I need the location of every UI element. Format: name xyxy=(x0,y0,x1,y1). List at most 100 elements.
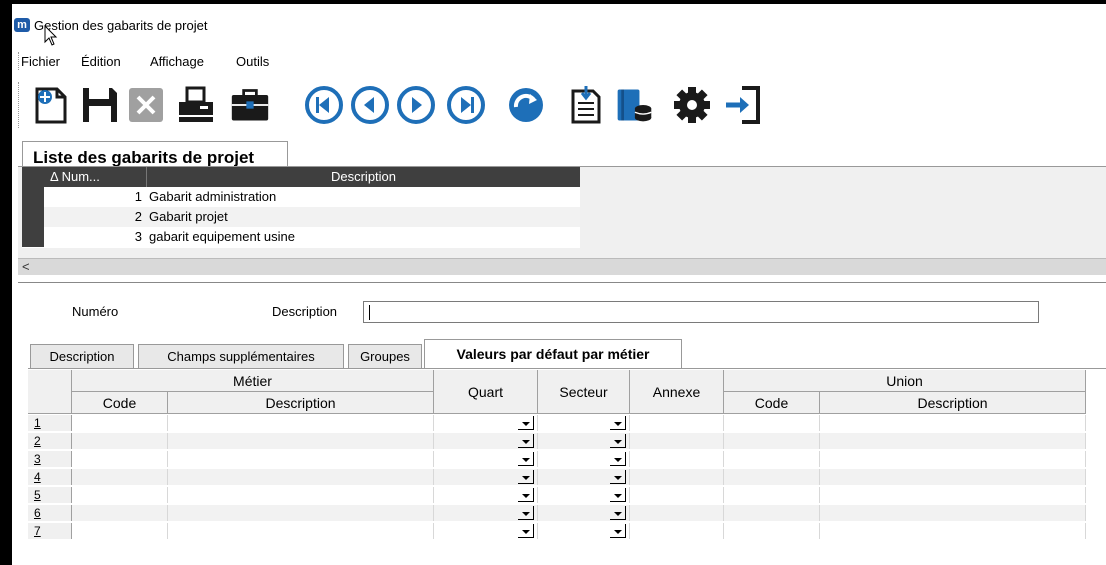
table-row[interactable]: 1 xyxy=(28,415,1086,431)
cell-code[interactable] xyxy=(72,433,168,449)
dropdown-arrow-icon[interactable] xyxy=(610,506,626,520)
settings-button[interactable] xyxy=(672,82,712,128)
print-button[interactable] xyxy=(176,82,216,128)
cell-description[interactable] xyxy=(168,415,434,431)
column-header-quart[interactable]: Quart xyxy=(434,370,538,414)
save-button[interactable] xyxy=(80,82,120,128)
dropdown-arrow-icon[interactable] xyxy=(610,434,626,448)
cell-description[interactable] xyxy=(168,433,434,449)
column-header-annexe[interactable]: Annexe xyxy=(630,370,724,414)
column-header-num[interactable]: Δ Num... xyxy=(44,167,146,187)
column-header-union-description[interactable]: Description xyxy=(820,392,1086,414)
cell-description[interactable] xyxy=(168,487,434,503)
tab-description[interactable]: Description xyxy=(30,344,134,368)
briefcase-button[interactable] xyxy=(230,82,270,128)
table-row[interactable]: 7 xyxy=(28,523,1086,539)
cell-secteur[interactable] xyxy=(538,487,630,503)
row-number[interactable]: 5 xyxy=(28,487,72,503)
table-row[interactable]: 6 xyxy=(28,505,1086,521)
dropdown-arrow-icon[interactable] xyxy=(610,470,626,484)
cell-secteur[interactable] xyxy=(538,505,630,521)
cell-secteur[interactable] xyxy=(538,433,630,449)
delete-button[interactable] xyxy=(126,82,166,128)
dropdown-arrow-icon[interactable] xyxy=(610,488,626,502)
row-number[interactable]: 3 xyxy=(28,451,72,467)
column-header-description[interactable]: Description xyxy=(146,167,580,187)
cell-secteur[interactable] xyxy=(538,523,630,539)
cell-quart[interactable] xyxy=(434,433,538,449)
cell-union-description[interactable] xyxy=(820,451,1086,467)
row-number[interactable]: 1 xyxy=(28,415,72,431)
tab-valeurs-par-defaut[interactable]: Valeurs par défaut par métier xyxy=(424,339,682,369)
cell-union-description[interactable] xyxy=(820,523,1086,539)
dropdown-arrow-icon[interactable] xyxy=(610,452,626,466)
panel-splitter[interactable] xyxy=(18,282,1106,286)
list-tab[interactable]: Liste des gabarits de projet xyxy=(22,141,288,167)
cell-code[interactable] xyxy=(72,505,168,521)
row-number[interactable]: 4 xyxy=(28,469,72,485)
tab-champs-supplementaires[interactable]: Champs supplémentaires xyxy=(138,344,344,368)
cell-quart[interactable] xyxy=(434,415,538,431)
cell-quart[interactable] xyxy=(434,505,538,521)
cell-code[interactable] xyxy=(72,415,168,431)
cell-code[interactable] xyxy=(72,487,168,503)
description-input[interactable] xyxy=(363,301,1039,323)
cell-union-code[interactable] xyxy=(724,433,820,449)
table-row[interactable]: 3 xyxy=(28,451,1086,467)
cell-description[interactable] xyxy=(168,469,434,485)
cell-union-code[interactable] xyxy=(724,523,820,539)
table-row[interactable]: 3 gabarit equipement usine xyxy=(22,227,580,248)
next-record-button[interactable] xyxy=(396,82,436,128)
dropdown-arrow-icon[interactable] xyxy=(518,506,534,520)
menu-affichage[interactable]: Affichage xyxy=(150,54,204,69)
horizontal-scrollbar[interactable]: < xyxy=(18,258,1106,275)
table-row[interactable]: 4 xyxy=(28,469,1086,485)
cell-annexe[interactable] xyxy=(630,469,724,485)
dropdown-arrow-icon[interactable] xyxy=(518,488,534,502)
column-header-union-code[interactable]: Code xyxy=(724,392,820,414)
row-number[interactable]: 2 xyxy=(28,433,72,449)
column-header-secteur[interactable]: Secteur xyxy=(538,370,630,414)
new-button[interactable] xyxy=(30,82,70,128)
cell-annexe[interactable] xyxy=(630,487,724,503)
column-header-code[interactable]: Code xyxy=(72,392,168,414)
menu-outils[interactable]: Outils xyxy=(236,54,269,69)
dropdown-arrow-icon[interactable] xyxy=(518,470,534,484)
cell-description[interactable] xyxy=(168,505,434,521)
cell-union-code[interactable] xyxy=(724,505,820,521)
cell-description[interactable] xyxy=(168,451,434,467)
menu-fichier[interactable]: Fichier xyxy=(21,54,60,69)
exit-button[interactable] xyxy=(722,82,762,128)
cell-annexe[interactable] xyxy=(630,433,724,449)
dropdown-arrow-icon[interactable] xyxy=(610,416,626,430)
cell-annexe[interactable] xyxy=(630,451,724,467)
tab-groupes[interactable]: Groupes xyxy=(348,344,422,368)
menu-edition[interactable]: Édition xyxy=(81,54,121,69)
cell-union-description[interactable] xyxy=(820,505,1086,521)
dropdown-arrow-icon[interactable] xyxy=(518,524,534,538)
cell-union-code[interactable] xyxy=(724,469,820,485)
cell-union-description[interactable] xyxy=(820,469,1086,485)
cell-union-description[interactable] xyxy=(820,415,1086,431)
cell-quart[interactable] xyxy=(434,487,538,503)
row-number[interactable]: 7 xyxy=(28,523,72,539)
scroll-left-icon[interactable]: < xyxy=(22,259,30,275)
first-record-button[interactable] xyxy=(304,82,344,128)
import-document-button[interactable] xyxy=(566,82,606,128)
dropdown-arrow-icon[interactable] xyxy=(610,524,626,538)
table-row[interactable]: 5 xyxy=(28,487,1086,503)
database-button[interactable] xyxy=(614,82,654,128)
cell-quart[interactable] xyxy=(434,451,538,467)
previous-record-button[interactable] xyxy=(350,82,390,128)
cell-union-code[interactable] xyxy=(724,415,820,431)
last-record-button[interactable] xyxy=(446,82,486,128)
column-header-description[interactable]: Description xyxy=(168,392,434,414)
cell-code[interactable] xyxy=(72,523,168,539)
cell-union-description[interactable] xyxy=(820,433,1086,449)
cell-union-description[interactable] xyxy=(820,487,1086,503)
cell-annexe[interactable] xyxy=(630,415,724,431)
cell-union-code[interactable] xyxy=(724,451,820,467)
cell-code[interactable] xyxy=(72,469,168,485)
table-row[interactable]: 2 Gabarit projet xyxy=(22,207,580,228)
cell-union-code[interactable] xyxy=(724,487,820,503)
